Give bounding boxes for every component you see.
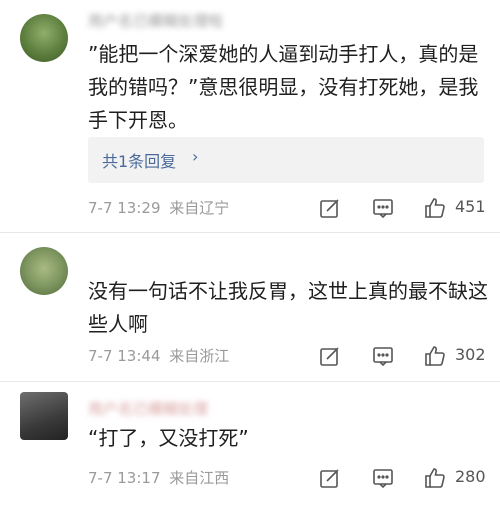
like-count: 302	[455, 345, 486, 364]
chevron-right-icon: ›	[192, 147, 199, 166]
like-count: 280	[455, 467, 486, 486]
avatar[interactable]	[20, 14, 68, 62]
reply-count-label: 共1条回复	[102, 152, 177, 171]
like-count: 451	[455, 197, 486, 216]
avatar[interactable]	[20, 247, 68, 295]
comment-meta: 7-7 13:29 来自辽宁	[88, 197, 229, 218]
edit-square-icon[interactable]	[318, 344, 342, 368]
avatar[interactable]	[20, 392, 68, 440]
thumbs-up-icon[interactable]	[423, 466, 447, 490]
comment-location: 来自浙江	[169, 347, 230, 365]
comment-location: 来自辽宁	[169, 199, 230, 217]
thumbs-up-icon[interactable]	[423, 344, 447, 368]
comment-footer: 7-7 13:17 来自江西 280	[88, 466, 488, 490]
comment-item: 用户名已模糊处理啦 ”能把一个深爱她的人逼到动手打人，真的是我的错吗？”意思很明…	[0, 0, 500, 232]
comment-text: 没有一句话不让我反胃，这世上真的最不缺这些人啊	[88, 279, 488, 336]
thumbs-up-icon[interactable]	[423, 196, 447, 220]
comment-icon[interactable]	[371, 466, 395, 490]
comment-icon[interactable]	[371, 344, 395, 368]
comment-footer: 7-7 13:29 来自辽宁 451	[88, 196, 488, 220]
comment-icon[interactable]	[371, 196, 395, 220]
comment-time: 7-7 13:17	[88, 469, 161, 487]
username[interactable]: 用户名已模糊处理	[88, 398, 208, 418]
comment-item: 没有一句话不让我反胃，这世上真的最不缺这些人啊 7-7 13:44 来自浙江 3…	[0, 233, 500, 381]
comment-meta: 7-7 13:17 来自江西	[88, 467, 229, 488]
comment-item: 用户名已模糊处理 “打了，又没打死” 7-7 13:17 来自江西 280	[0, 382, 500, 510]
edit-square-icon[interactable]	[318, 466, 342, 490]
comment-location: 来自江西	[169, 469, 230, 487]
comment-text: ”能把一个深爱她的人逼到动手打人，真的是我的错吗？”意思很明显，没有打死她，是我…	[88, 42, 479, 132]
comment-text: “打了，又没打死”	[88, 426, 249, 450]
comment-time: 7-7 13:44	[88, 347, 161, 365]
comment-footer: 7-7 13:44 来自浙江 302	[88, 344, 488, 368]
comment-meta: 7-7 13:44 来自浙江	[88, 345, 229, 366]
edit-square-icon[interactable]	[318, 196, 342, 220]
comment-time: 7-7 13:29	[88, 199, 161, 217]
username[interactable]: 用户名已模糊处理啦	[88, 10, 223, 30]
reply-thread-link[interactable]: 共1条回复 ›	[88, 137, 484, 183]
